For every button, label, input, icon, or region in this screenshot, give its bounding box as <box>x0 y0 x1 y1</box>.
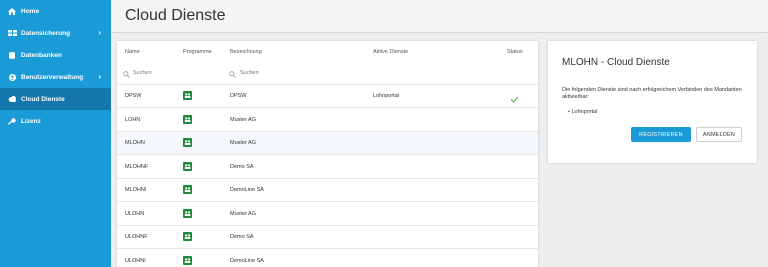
sidebar-item-label: Home <box>21 7 40 15</box>
service-list-item: • Lohnportal <box>568 109 598 115</box>
program-badge-icon <box>183 114 192 124</box>
sidebar-item-lizenz[interactable]: Lizenz <box>0 110 111 132</box>
bezeichnung-search-input[interactable] <box>240 70 300 76</box>
sidebar-item-label: Benutzerverwaltung <box>21 73 84 81</box>
column-header-aktive-dienste[interactable]: Aktive Dienste <box>373 49 408 55</box>
home-icon <box>7 7 17 15</box>
cell-name: ULOHNF <box>125 234 148 240</box>
sidebar-item-benutzerverwaltung[interactable]: Benutzerverwaltung › <box>0 66 111 88</box>
user-icon <box>7 73 17 81</box>
column-header-name[interactable]: Name <box>125 49 140 55</box>
table-row[interactable]: ULOHN Muster AG <box>117 203 538 226</box>
cell-bezeichnung: Muster AG <box>230 116 256 123</box>
sidebar-item-label: Lizenz <box>21 117 41 125</box>
program-badge-icon <box>183 185 192 194</box>
sidebar: Home Datensicherung › Datenbanken Benutz… <box>0 0 111 267</box>
page-title: Cloud Dienste <box>125 7 226 24</box>
name-search-input[interactable] <box>133 70 193 76</box>
column-header-programme[interactable]: Programme <box>183 49 212 55</box>
sidebar-item-label: Cloud Dienste <box>21 95 65 103</box>
cell-bezeichnung: DPSW <box>230 93 247 99</box>
search-icon <box>229 71 236 80</box>
sidebar-item-home[interactable]: Home <box>0 0 111 22</box>
table-row[interactable]: MLOHN Muster AG <box>117 132 538 155</box>
program-badge-icon <box>183 138 192 147</box>
program-badge-icon <box>183 208 192 218</box>
cell-name: DPSW <box>125 93 142 99</box>
table-row[interactable]: ULOHNI DemoLine SA <box>117 250 538 267</box>
column-header-bezeichnung[interactable]: Bezeichnung <box>230 49 262 55</box>
header: Cloud Dienste <box>111 0 768 33</box>
table-row[interactable]: ULOHNF Démo SA <box>117 226 538 249</box>
program-badge-icon <box>183 232 192 241</box>
chevron-right-icon: › <box>98 28 101 37</box>
cell-bezeichnung: Muster AG <box>230 140 256 146</box>
backup-icon <box>7 30 17 36</box>
sidebar-item-datensicherung[interactable]: Datensicherung › <box>0 22 111 44</box>
program-badge-icon <box>183 91 192 100</box>
sidebar-item-label: Datenbanken <box>21 51 62 59</box>
detail-description: Die folgenden Dienste sind nach erfolgre… <box>562 87 742 100</box>
program-badge-icon <box>183 161 192 171</box>
search-icon <box>123 71 130 80</box>
cell-name: MLOHNF <box>125 163 149 170</box>
column-header-status[interactable]: Status <box>507 49 523 55</box>
cell-bezeichnung: Démo SA <box>230 234 254 240</box>
login-button[interactable]: ANMELDEN <box>696 127 742 142</box>
table-row[interactable]: DPSW DPSW Lohnportal <box>117 85 538 108</box>
table-row[interactable]: LOHN Muster AG <box>117 109 538 132</box>
table-row[interactable]: MLOHNI DemoLine SA <box>117 179 538 202</box>
cell-name: ULOHN <box>125 210 145 217</box>
cell-name: ULOHNI <box>125 257 146 264</box>
cloud-icon <box>7 96 17 102</box>
cell-name: MLOHN <box>125 140 145 146</box>
detail-panel: MLOHN - Cloud Dienste Die folgenden Dien… <box>548 41 757 163</box>
sidebar-item-datenbanken[interactable]: Datenbanken <box>0 44 111 66</box>
chevron-right-icon: › <box>98 72 101 81</box>
filter-row <box>117 65 538 85</box>
status-check-icon <box>510 90 519 108</box>
cell-bezeichnung: Démo SA <box>230 163 254 170</box>
cell-bezeichnung: DemoLine SA <box>230 257 264 264</box>
register-button[interactable]: REGISTRIEREN <box>631 127 691 142</box>
cell-bezeichnung: DemoLine SA <box>230 187 264 193</box>
key-icon <box>7 117 17 125</box>
sidebar-item-label: Datensicherung <box>21 29 71 37</box>
cell-bezeichnung: Muster AG <box>230 210 256 217</box>
cell-name: LOHN <box>125 116 141 123</box>
cell-aktive-dienste: Lohnportal <box>373 93 399 99</box>
table-row[interactable]: MLOHNF Démo SA <box>117 156 538 179</box>
detail-title: MLOHN - Cloud Dienste <box>562 57 670 68</box>
program-badge-icon <box>183 255 192 265</box>
database-icon <box>7 51 17 59</box>
service-name: Lohnportal <box>571 109 598 115</box>
cell-name: MLOHNI <box>125 187 147 193</box>
mandanten-table: Name Programme Bezeichnung Aktive Dienst… <box>117 41 538 267</box>
sidebar-item-cloud-dienste[interactable]: Cloud Dienste <box>0 88 111 110</box>
